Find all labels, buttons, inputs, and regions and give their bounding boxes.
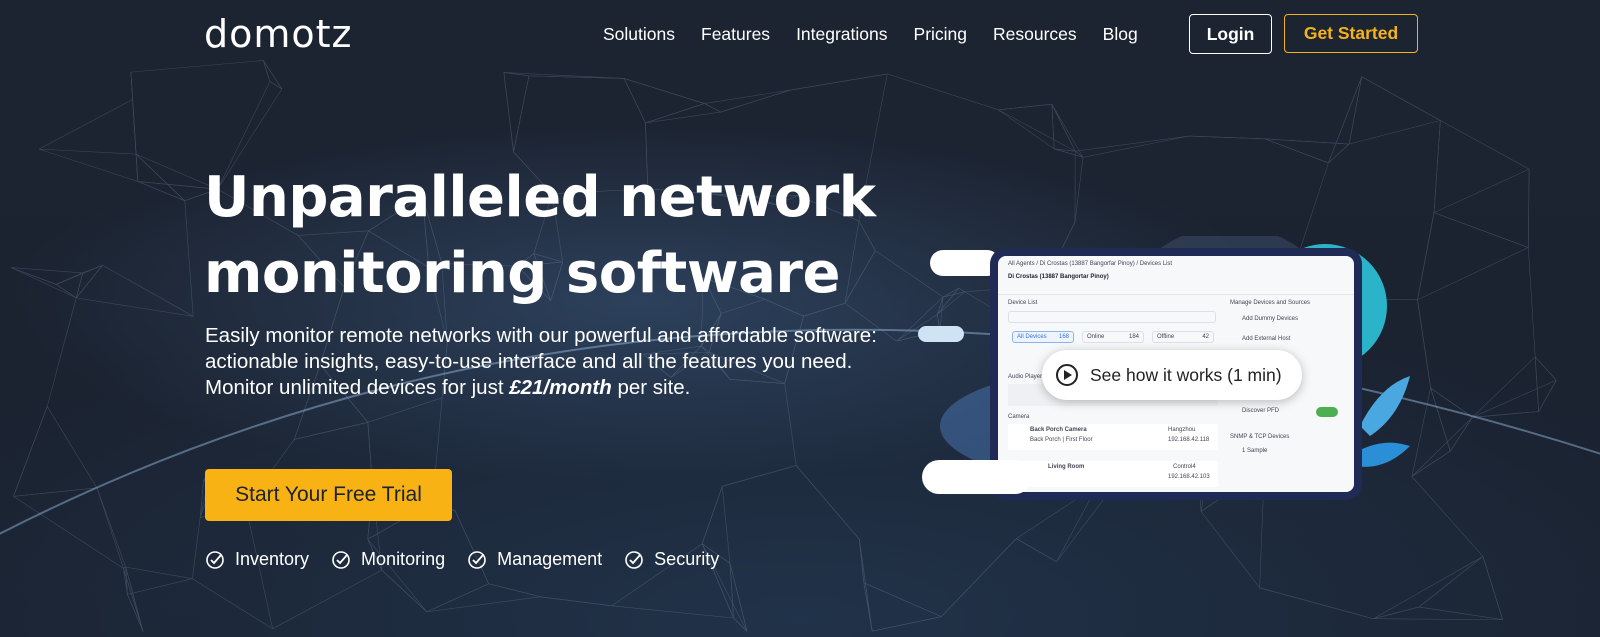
cloud-decoration — [918, 326, 964, 342]
check-circle-icon — [625, 550, 643, 569]
headline-line-1: Unparalleled network — [204, 165, 876, 230]
hero-price: £21/month — [509, 376, 612, 399]
screen-filter-offline-count: 42 — [1202, 334, 1209, 340]
screen-camera-ip: 192.168.42.118 — [1168, 437, 1210, 443]
screen-living-name: Living Room — [1048, 464, 1085, 470]
domotz-logo[interactable]: domotz — [204, 12, 352, 56]
screen-side-sample: 1 Sample — [1242, 448, 1268, 454]
main-nav: Solutions Features Integrations Pricing … — [603, 24, 1138, 45]
screen-filter-all: All Devices 168 — [1012, 331, 1074, 343]
feature-label: Security — [654, 549, 720, 569]
nav-features[interactable]: Features — [701, 24, 770, 45]
feature-inventory: Inventory — [205, 549, 309, 570]
screen-camera-sub: Back Porch | First Floor — [1030, 437, 1093, 443]
screen-device-list-label: Device List — [1008, 300, 1038, 306]
nav-solutions[interactable]: Solutions — [603, 24, 675, 45]
play-icon — [1056, 364, 1078, 386]
start-free-trial-button[interactable]: Start Your Free Trial — [205, 469, 452, 521]
nav-blog[interactable]: Blog — [1103, 24, 1138, 45]
screen-filter-all-count: 168 — [1058, 334, 1069, 340]
check-circle-icon — [206, 550, 224, 569]
screen-agent-title: Di Crostas (13887 Bangortar Pinoy) — [1008, 274, 1109, 280]
check-circle-icon — [468, 550, 486, 569]
screen-side-discover: Discover PFD — [1242, 408, 1280, 414]
feature-list: Inventory Monitoring Management Security — [205, 549, 719, 570]
feature-monitoring: Monitoring — [331, 549, 445, 570]
screen-side-add-external: Add External Host — [1242, 336, 1291, 342]
feature-label: Management — [497, 549, 603, 569]
screen-side-snmp: SNMP & TCP Devices — [1230, 434, 1290, 440]
screen-search-input — [1008, 311, 1216, 323]
screen-side-title: Manage Devices and Sources — [1230, 300, 1311, 306]
screen-living-row: Living Room Control4 192.168.42.103 — [1008, 461, 1218, 487]
screen-camera-name: Back Porch Camera — [1030, 427, 1087, 433]
screen-filter-offline: Offline 42 — [1152, 331, 1214, 343]
screen-filter-all-label: All Devices — [1017, 334, 1047, 340]
feature-label: Inventory — [235, 549, 310, 569]
hero-desc-2-prefix: Monitor unlimited devices for just — [205, 376, 510, 399]
screen-camera-row: Back Porch Camera Back Porch | First Flo… — [1008, 424, 1218, 450]
screen-filter-offline-label: Offline — [1157, 334, 1175, 340]
check-circle-icon — [332, 550, 350, 569]
feature-management: Management — [467, 549, 602, 570]
screen-filter-online-count: 184 — [1128, 334, 1139, 340]
screen-group-audio: Audio Player — [1008, 374, 1043, 380]
get-started-button[interactable]: Get Started — [1284, 14, 1418, 53]
login-button[interactable]: Login — [1189, 14, 1272, 54]
hero-description: Easily monitor remote networks with our … — [205, 323, 905, 401]
feature-security: Security — [624, 549, 719, 570]
video-label: See how it works (1 min) — [1090, 364, 1282, 385]
cloud-decoration — [922, 460, 1032, 494]
screen-filter-online-label: Online — [1087, 334, 1105, 340]
nav-integrations[interactable]: Integrations — [796, 24, 887, 45]
screen-filter-online: Online 184 — [1082, 331, 1144, 343]
screen-camera-vendor: Hangzhou — [1168, 427, 1196, 433]
hero-headline: Unparalleled network monitoring software — [204, 160, 904, 312]
headline-line-2: monitoring software — [204, 241, 840, 306]
screen-group-camera: Camera — [1008, 414, 1030, 420]
hero-desc-2-suffix: per site. — [611, 376, 691, 399]
see-how-it-works-button[interactable]: See how it works (1 min) — [1042, 350, 1302, 400]
feature-label: Monitoring — [361, 549, 446, 569]
screen-toggle — [1316, 407, 1338, 417]
screen-living-vendor: Control4 — [1173, 464, 1196, 470]
screen-breadcrumb: All Agents / Di Crostas (13887 Bangorfar… — [1008, 261, 1173, 267]
screen-side-add-dummy: Add Dummy Devices — [1242, 316, 1299, 322]
hero-desc-1: Easily monitor remote networks with our … — [205, 324, 877, 373]
nav-pricing[interactable]: Pricing — [914, 24, 968, 45]
screen-living-ip: 192.168.42.103 — [1168, 474, 1210, 480]
nav-resources[interactable]: Resources — [993, 24, 1077, 45]
